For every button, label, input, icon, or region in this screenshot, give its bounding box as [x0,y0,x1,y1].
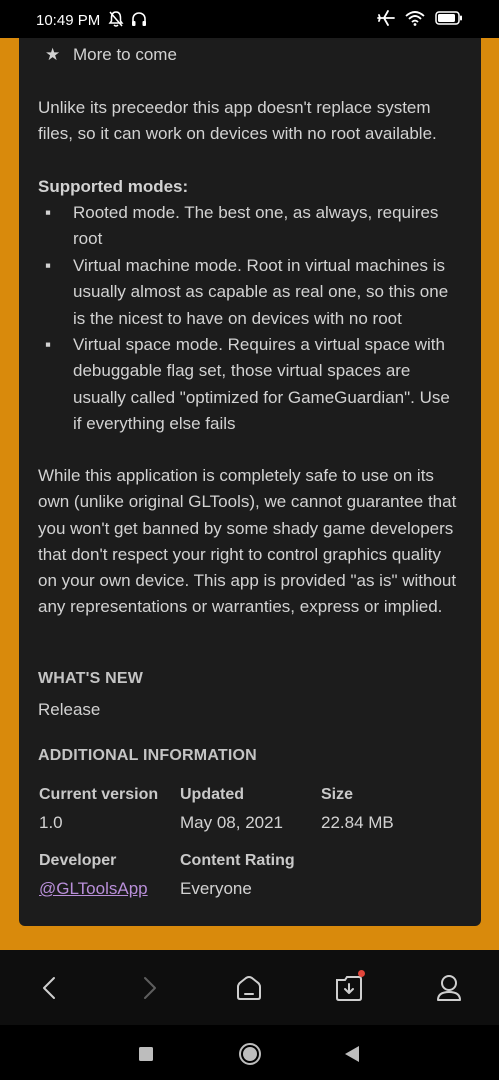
disclaimer-paragraph: While this application is completely saf… [38,466,457,617]
size-value: 22.84 MB [321,813,394,832]
system-home-button[interactable] [235,1039,265,1069]
mode-rooted-text: Rooted mode. The best one, as always, re… [73,203,439,249]
bell-off-icon [108,11,124,27]
wifi-icon [405,11,425,26]
system-nav-bar [0,1025,499,1080]
bullet-icon: ▪ [45,335,52,354]
size-label: Size [321,786,354,803]
battery-icon [435,11,462,25]
current-version-label: Current version [39,786,159,803]
home-button[interactable] [229,968,269,1008]
download-folder-icon [336,976,362,1001]
star-icon: ★ [45,45,61,64]
user-icon [437,975,461,1001]
modes-heading: Supported modes: [38,177,189,196]
square-icon [139,1047,153,1061]
triangle-back-icon [345,1046,359,1062]
forward-button[interactable] [130,968,170,1008]
back-button[interactable] [29,968,69,1008]
notification-dot [358,970,365,977]
downloads-button[interactable] [329,968,369,1008]
current-version-value: 1.0 [39,813,63,832]
profile-button[interactable] [429,968,469,1008]
mode-virtual-space-text: Virtual space mode. Requires a virtual s… [73,335,450,433]
updated-value: May 08, 2021 [180,813,284,832]
content-rating-value: Everyone [180,879,252,898]
airplane-mode-icon [377,10,395,26]
no-root-paragraph: Unlike its preceedor this app doesn't re… [38,98,437,144]
more-to-come-text: More to come [73,45,177,64]
circle-icon [239,1043,261,1065]
bullet-icon: ▪ [45,256,52,275]
whats-new-text: Release [38,700,101,719]
bullet-icon: ▪ [45,203,52,222]
chevron-left-icon [43,977,55,999]
home-icon [237,976,261,1000]
updated-label: Updated [180,786,244,803]
mode-virtual-machine-text: Virtual machine mode. Root in virtual ma… [73,256,449,328]
chevron-right-icon [144,977,156,999]
system-back-button[interactable] [337,1039,367,1069]
developer-label: Developer [39,852,117,869]
content-rating-label: Content Rating [180,852,295,869]
headphones-icon [132,12,146,26]
additional-info-heading: ADDITIONAL INFORMATION [38,747,257,764]
status-bar: 10:49 PM [0,0,499,38]
app-description-card: ★ More to come Unlike its preceedor this… [19,38,481,926]
whats-new-heading: WHAT'S NEW [38,670,144,687]
status-time: 10:49 PM [36,12,101,29]
developer-link[interactable]: @GLToolsApp [39,879,148,899]
browser-toolbar [0,950,499,1025]
recent-apps-button[interactable] [131,1039,161,1069]
